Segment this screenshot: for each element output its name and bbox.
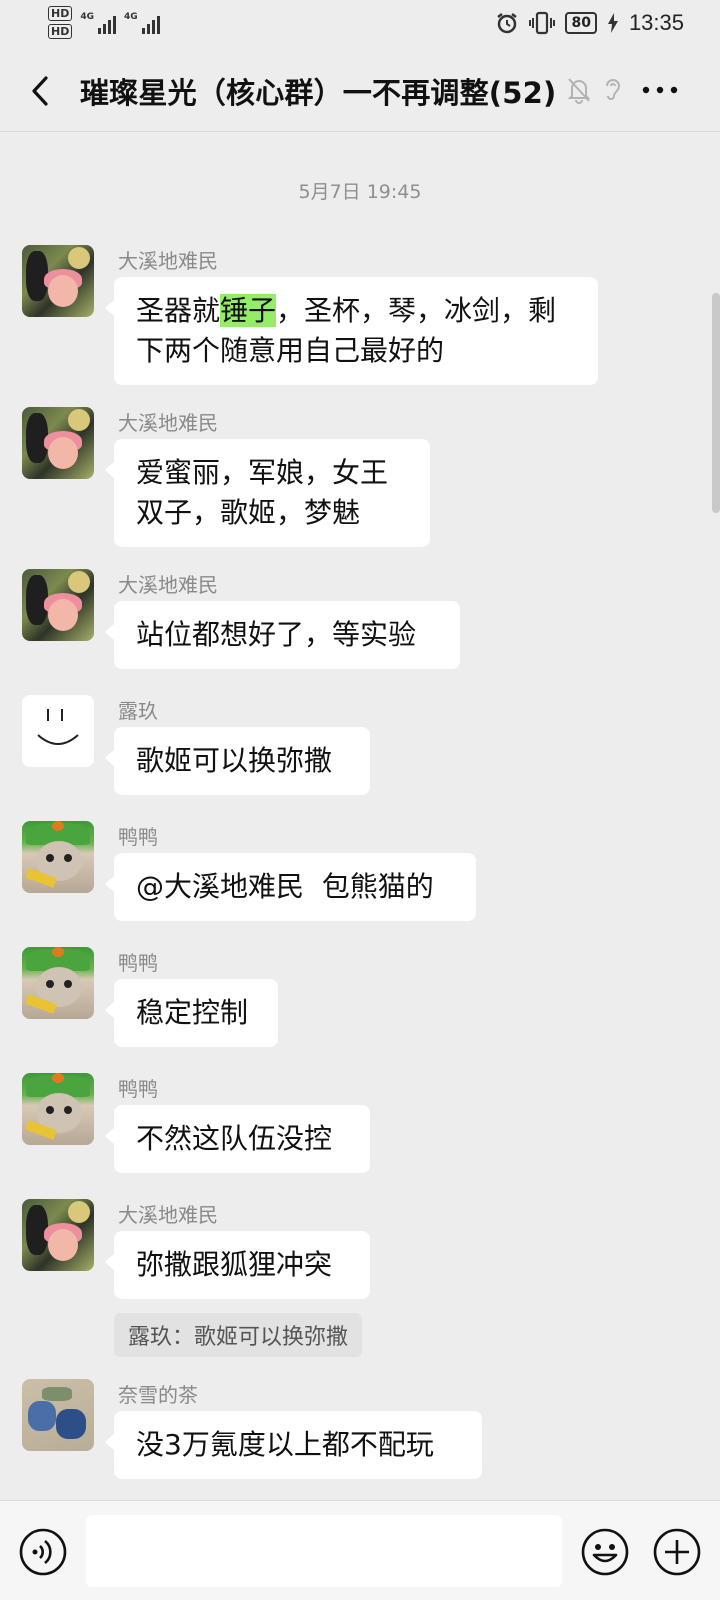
highlighted-text: 锤子 (220, 294, 277, 327)
message-item: 鸭鸭 @大溪地难民 包熊猫的 (22, 821, 672, 931)
network-indicators: HD HD 4G 4G (48, 6, 160, 39)
message-timestamp: 5月7日 19:45 (298, 181, 422, 203)
sender-name: 奈雪的茶 (118, 1383, 198, 1407)
clock: 13:35 (628, 10, 684, 35)
charging-icon (607, 13, 618, 33)
chat-title: 璀璨星光（核心群）一不再调整(52) (80, 76, 557, 110)
message-bubble[interactable]: @大溪地难民 包熊猫的 (105, 853, 476, 921)
status-bar: HD HD 4G 4G 80 13:35 (0, 0, 720, 50)
smile-face-icon (37, 709, 79, 745)
message-list[interactable]: 5月7日 19:45 大溪地难民 圣器就锤子，圣杯，琴，冰剑，剩下两个随意用自己… (0, 133, 720, 1500)
alarm-icon (497, 13, 518, 34)
message-item: 鸭鸭 不然这队伍没控 (22, 1073, 672, 1183)
message-item: 露玖 歌姬可以换弥撒 (22, 695, 672, 805)
quoted-reply[interactable]: 露玖：歌姬可以换弥撒 (114, 1313, 363, 1357)
hd-badge-2: HD (48, 24, 73, 39)
message-bubble[interactable]: 稳定控制 (105, 979, 278, 1047)
vibrate-icon (529, 11, 556, 35)
sender-name: 露玖 (118, 699, 158, 723)
bell-off-icon (567, 78, 591, 104)
avatar[interactable] (22, 695, 94, 767)
voice-icon[interactable] (18, 1527, 68, 1577)
network-type-1: 4G (80, 12, 94, 22)
sender-name: 大溪地难民 (118, 249, 218, 273)
chat-header: 璀璨星光（核心群）一不再调整(52) (0, 50, 720, 132)
message-text: 稳定控制 (136, 996, 249, 1029)
plus-icon[interactable] (652, 1527, 702, 1577)
message-item: 大溪地难民 站位都想好了，等实验 (22, 569, 672, 679)
message-item: 大溪地难民 圣器就锤子，圣杯，琴，冰剑，剩下两个随意用自己最好的 (22, 245, 672, 395)
message-bubble[interactable]: 歌姬可以换弥撒 (105, 727, 370, 795)
network-type-2: 4G (124, 12, 138, 22)
message-item: 鸭鸭 稳定控制 (22, 947, 672, 1057)
message-item: 奈雪的茶 没3万氪度以上都不配玩 (22, 1379, 672, 1489)
message-bubble[interactable]: 爱蜜丽，军娘，女王 双子，歌姬，梦魅 (105, 439, 430, 547)
avatar[interactable] (22, 569, 94, 641)
sender-name: 大溪地难民 (118, 1203, 218, 1227)
avatar[interactable] (22, 1379, 94, 1451)
message-bubble[interactable]: 不然这队伍没控 (105, 1105, 370, 1173)
message-text: 站位都想好了，等实验 (136, 618, 417, 651)
message-text: 没3万氪度以上都不配玩 (136, 1428, 434, 1461)
message-text: 圣器就 (136, 294, 221, 327)
message-item: 大溪地难民 爱蜜丽，军娘，女王 双子，歌姬，梦魅 (22, 407, 672, 557)
input-bar (0, 1500, 720, 1600)
chevron-left-icon[interactable] (22, 70, 62, 112)
avatar[interactable] (22, 1073, 94, 1145)
sender-name: 鸭鸭 (118, 1077, 158, 1101)
message-bubble[interactable]: 站位都想好了，等实验 (105, 601, 460, 669)
avatar[interactable] (22, 407, 94, 479)
message-text: 双子，歌姬，梦魅 (136, 496, 361, 529)
message-item: 大溪地难民 弥撒跟狐狸冲突 露玖：歌姬可以换弥撒 (22, 1199, 672, 1359)
message-text: 歌姬可以换弥撒 (136, 744, 333, 777)
battery-level: 80 (565, 12, 597, 34)
scrollbar[interactable] (712, 293, 720, 513)
sender-name: 鸭鸭 (118, 951, 158, 975)
message-text: @大溪地难民 包熊猫的 (136, 870, 434, 903)
more-icon[interactable] (640, 76, 680, 104)
signal-2-icon: 4G (124, 12, 160, 34)
emoji-icon[interactable] (580, 1527, 630, 1577)
signal-1-icon: 4G (80, 12, 116, 34)
message-text: 弥撒跟狐狸冲突 (136, 1248, 333, 1281)
avatar[interactable] (22, 245, 94, 317)
sender-name: 鸭鸭 (118, 825, 158, 849)
avatar[interactable] (22, 1199, 94, 1271)
avatar[interactable] (22, 821, 94, 893)
status-right: 80 13:35 (495, 10, 684, 36)
hd-badges: HD HD (48, 6, 73, 39)
hd-badge-1: HD (48, 6, 73, 21)
ear-icon (606, 79, 621, 100)
message-text: 爱蜜丽，军娘，女王 (136, 456, 389, 489)
sender-name: 大溪地难民 (118, 573, 218, 597)
message-bubble[interactable]: 弥撒跟狐狸冲突 (105, 1231, 370, 1299)
message-input[interactable] (86, 1515, 562, 1587)
message-text: 不然这队伍没控 (136, 1122, 333, 1155)
sender-name: 大溪地难民 (118, 411, 218, 435)
message-bubble[interactable]: 没3万氪度以上都不配玩 (105, 1411, 482, 1479)
message-text: ，圣杯，琴，冰剑，剩 (276, 294, 557, 327)
message-text: 下两个随意用自己最好的 (136, 334, 445, 367)
avatar[interactable] (22, 947, 94, 1019)
message-bubble[interactable]: 圣器就锤子，圣杯，琴，冰剑，剩下两个随意用自己最好的 (105, 277, 598, 385)
